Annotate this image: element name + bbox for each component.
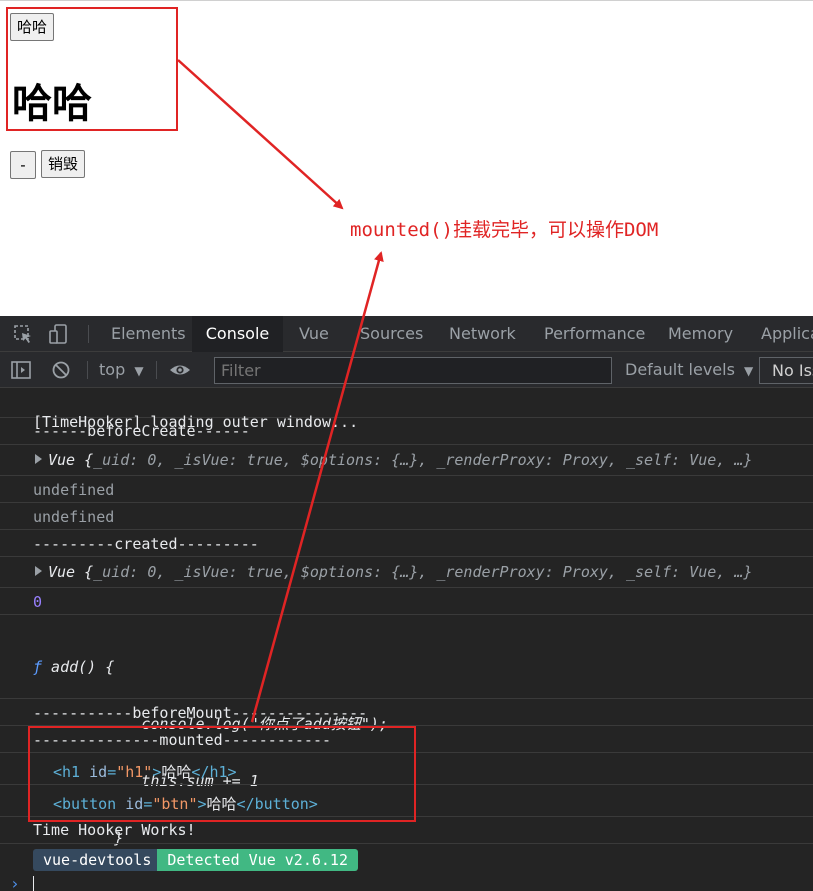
console-line: ƒ add() { console.log("你点了add按钮"); this.… — [0, 615, 813, 847]
chevron-down-icon: ▼ — [744, 364, 754, 378]
console-message: undefined — [33, 508, 115, 526]
tab-elements[interactable]: Elements — [111, 316, 186, 352]
eye-icon[interactable] — [169, 359, 191, 381]
sidebar-toggle-icon[interactable] — [10, 359, 32, 381]
console-number: 0 — [33, 593, 43, 611]
detected-vue-badge: Detected Vue v2.6.12 — [157, 849, 358, 871]
vue-object-preview[interactable]: Vue {_uid: 0, _isVue: true, $options: {…… — [48, 563, 752, 581]
highlight-box-top — [6, 7, 178, 131]
console-line: undefined — [0, 476, 813, 503]
console-message: -----------beforeMount--------------- — [33, 704, 368, 722]
tab-application[interactable]: Applica — [761, 316, 813, 352]
issues-button[interactable]: No Iss — [759, 357, 813, 384]
highlight-box-mounted — [28, 726, 416, 822]
devtools-tabbar: Elements Console Vue Sources Network Per… — [0, 316, 813, 352]
console-line: [TimeHooker] loading outer window... — [0, 395, 813, 431]
console-message: undefined — [33, 481, 115, 499]
console-line: undefined — [0, 503, 813, 530]
vue-devtools-badges: vue-devtools Detected Vue v2.6.12 — [33, 849, 358, 871]
console-line[interactable]: Vue {_uid: 0, _isVue: true, $options: {…… — [0, 557, 813, 588]
console-line: 0 — [0, 588, 813, 615]
context-selector[interactable]: top ▼ — [99, 352, 144, 388]
console-line[interactable]: Vue {_uid: 0, _isVue: true, $options: {…… — [0, 445, 813, 476]
console-message: ---------created--------- — [33, 535, 259, 553]
levels-label: Default levels — [625, 360, 735, 379]
console-input-caret[interactable] — [33, 876, 34, 891]
mounted-annotation: mounted()挂载完毕，可以操作DOM — [350, 219, 659, 241]
rendered-page: 哈哈 哈哈 - 销毁 mounted()挂载完毕，可以操作DOM — [0, 0, 813, 316]
console-line: -----------beforeMount--------------- — [0, 699, 813, 726]
tab-vue[interactable]: Vue — [299, 316, 329, 352]
default-levels-dropdown[interactable]: Default levels ▼ — [625, 352, 753, 388]
tab-memory[interactable]: Memory — [668, 316, 733, 352]
tab-network[interactable]: Network — [449, 316, 516, 352]
tab-sources[interactable]: Sources — [360, 316, 423, 352]
vue-object-preview[interactable]: Vue {_uid: 0, _isVue: true, $options: {…… — [48, 451, 752, 469]
clear-console-icon[interactable] — [50, 359, 72, 381]
tab-console[interactable]: Console — [192, 316, 283, 352]
prompt-chevron-icon: › — [10, 874, 20, 891]
vue-devtools-badge: vue-devtools — [33, 849, 162, 871]
expand-arrow-icon[interactable] — [35, 566, 42, 576]
console-message: Time Hooker Works! — [33, 821, 196, 839]
chevron-down-icon: ▼ — [134, 364, 144, 378]
filter-input[interactable] — [214, 357, 612, 384]
console-line: ---------created--------- — [0, 530, 813, 557]
context-label: top — [99, 360, 126, 379]
destroy-button[interactable]: 销毁 — [41, 150, 86, 178]
inspect-element-icon[interactable] — [12, 323, 34, 345]
console-message: ------beforeCreate------ — [33, 422, 250, 440]
tab-performance[interactable]: Performance — [544, 316, 645, 352]
minus-button[interactable]: - — [10, 151, 36, 179]
device-toolbar-icon[interactable] — [47, 323, 69, 345]
console-line: ------beforeCreate------ — [0, 418, 813, 445]
expand-arrow-icon[interactable] — [35, 454, 42, 464]
console-toolbar: top ▼ Default levels ▼ No Iss — [0, 352, 813, 388]
